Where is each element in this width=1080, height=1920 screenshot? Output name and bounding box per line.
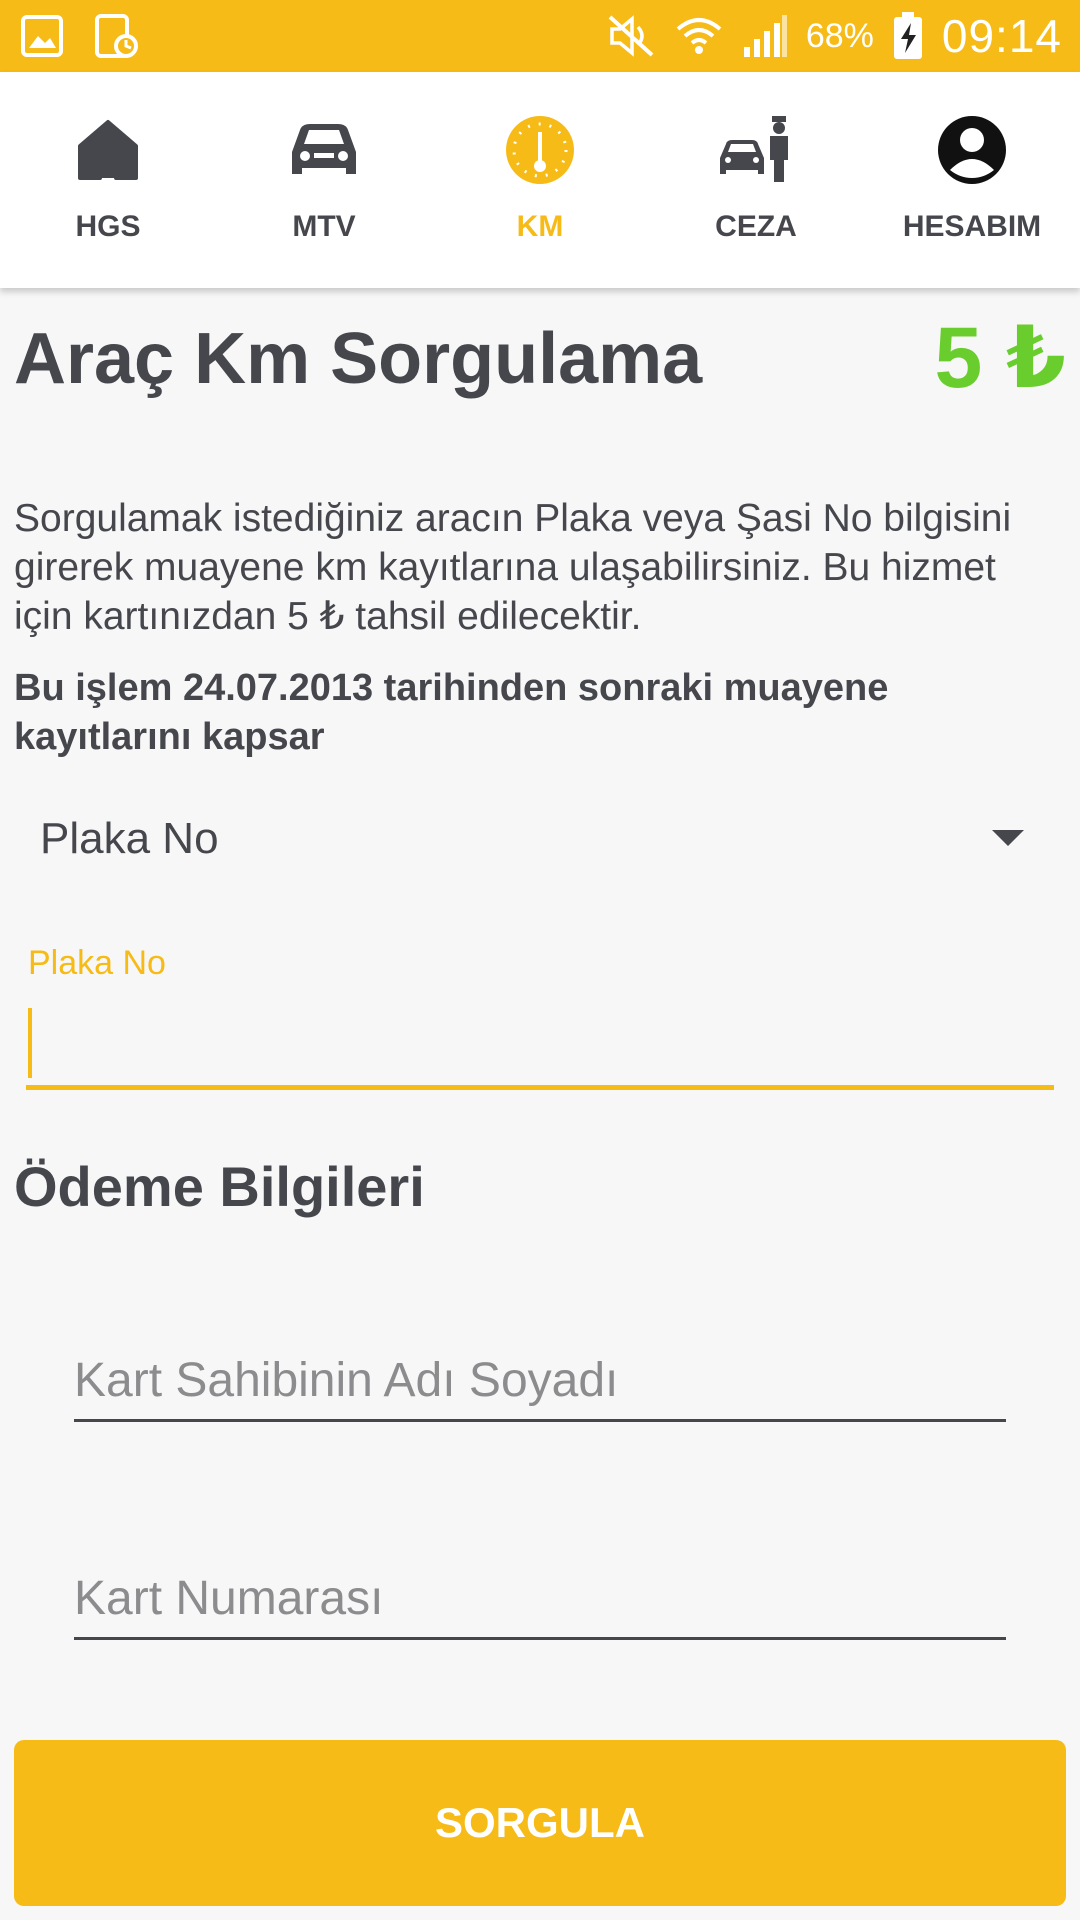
query-type-select[interactable]: Plaka No [14,800,1044,880]
card-number-input[interactable] [74,1560,1006,1637]
plate-input[interactable] [26,1002,1054,1085]
clock: 09:14 [941,10,1062,62]
plate-field-label: Plaka No [28,944,166,982]
car-icon [292,124,356,174]
app-screen: 68% 09:14 HGS MTV KM CEZA HESABIM Araç K… [0,0,1080,1920]
police-car-icon [720,116,788,182]
speedometer-icon [506,116,574,184]
nav-label: KM [516,210,564,243]
query-type-value: Plaka No [40,814,219,863]
nav-item-mtv[interactable]: MTV [216,72,432,288]
gallery-icon [21,15,63,57]
text-cursor [28,1008,32,1078]
nav-label: CEZA [715,210,797,243]
signal-icon [743,15,787,57]
nav-label: MTV [292,210,356,243]
battery-percent: 68% [805,16,874,55]
nav-item-km[interactable]: KM [432,72,648,288]
nav-item-ceza[interactable]: CEZA [648,72,864,288]
dropdown-caret-icon [992,830,1024,846]
notice-text: Bu işlem 24.07.2013 tarihinden sonraki m… [14,667,889,758]
cardholder-input[interactable] [74,1342,1006,1419]
mute-icon [608,15,654,57]
nav-item-hgs[interactable]: HGS [0,72,216,288]
page-title: Araç Km Sorgulama [14,319,703,399]
battery-charging-icon [893,12,922,59]
nav-label: HESABIM [902,210,1042,243]
screenshot-clock-icon [95,14,138,58]
submit-button[interactable]: SORGULA [14,1740,1066,1906]
cardholder-field [74,1342,1006,1422]
nav-item-hesabim[interactable]: HESABIM [864,72,1080,288]
plate-input-container [26,1002,1054,1090]
payment-section-title: Ödeme Bilgileri [14,1155,425,1218]
nav-label: HGS [75,210,141,243]
wifi-icon [676,18,722,54]
top-navigation: HGS MTV KM CEZA HESABIM [0,72,1080,288]
account-icon [938,116,1006,184]
status-bar: 68% 09:14 [0,0,1080,72]
description-text: Sorgulamak istediğiniz aracın Plaka veya… [14,497,1012,638]
price-label: 5 ₺ [934,310,1066,406]
card-number-field [74,1560,1006,1640]
home-icon [78,120,138,180]
